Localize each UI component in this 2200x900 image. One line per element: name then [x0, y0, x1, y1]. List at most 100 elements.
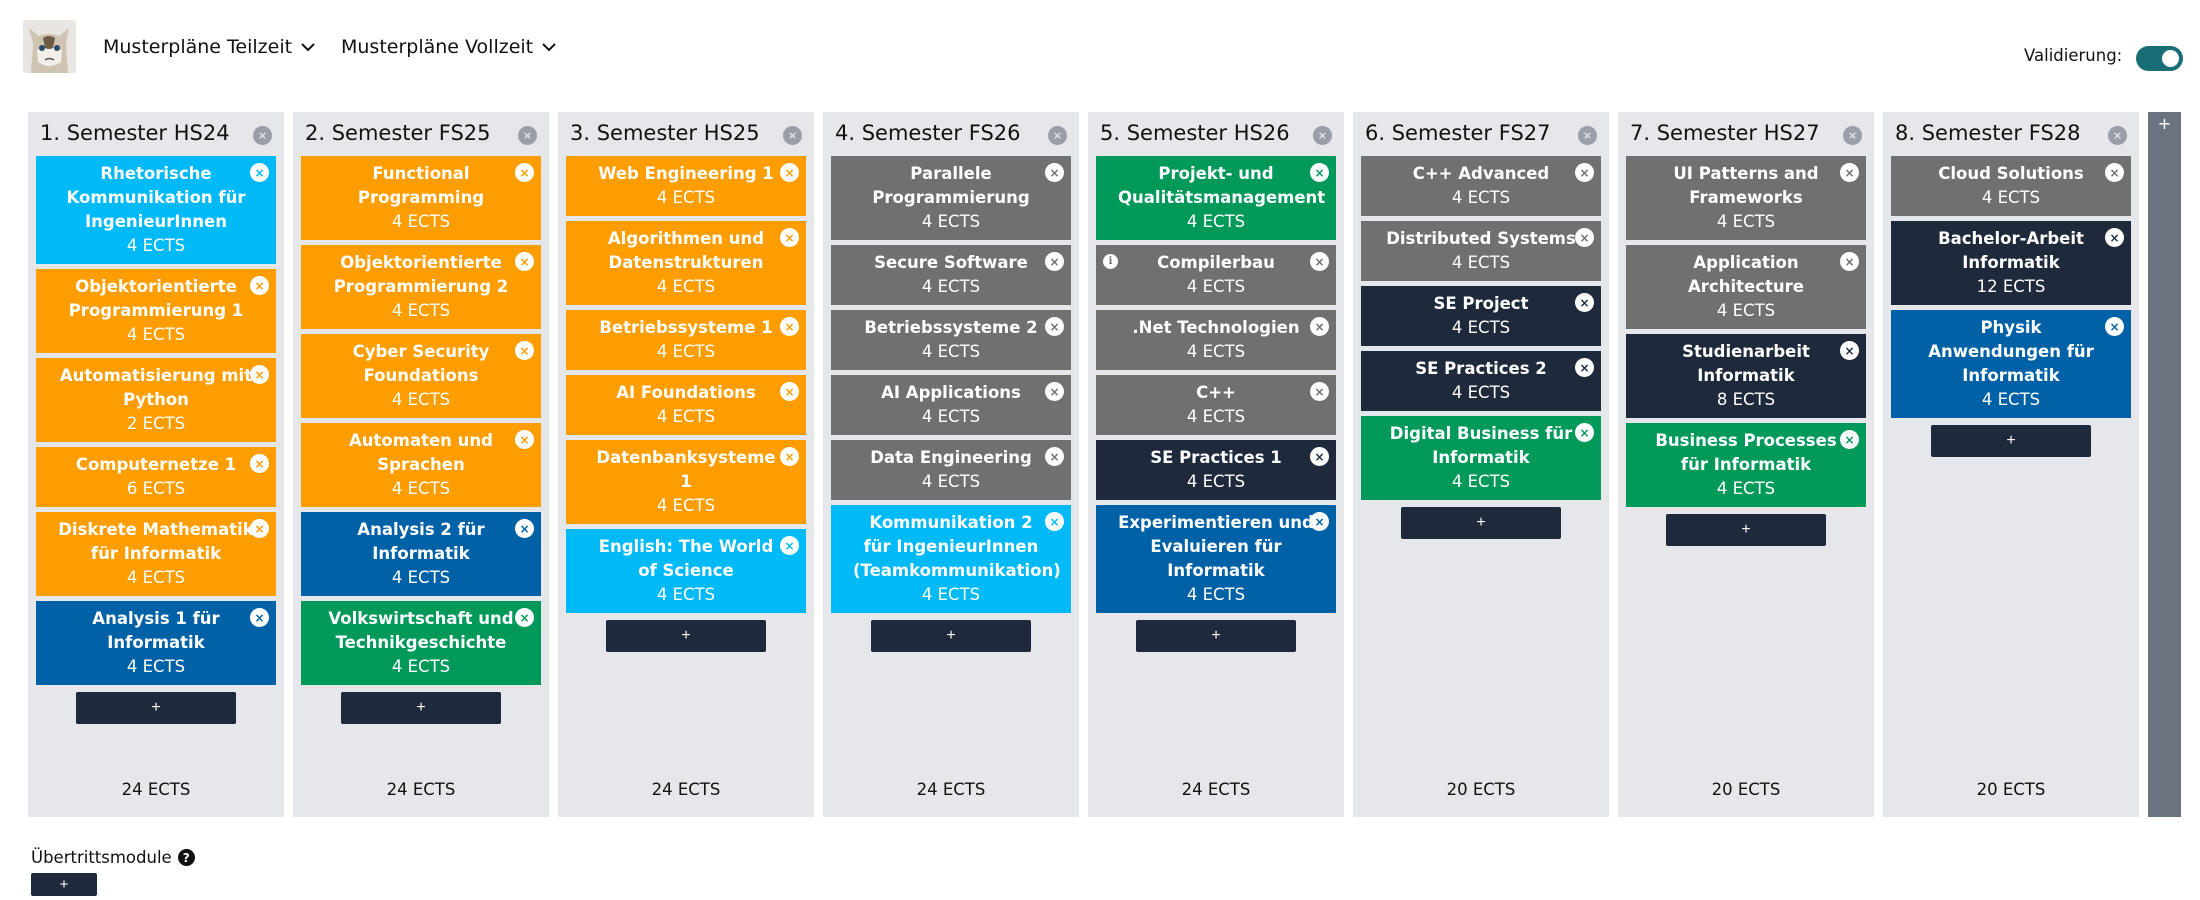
remove-module-icon[interactable]: ×: [1840, 252, 1859, 271]
remove-module-icon[interactable]: ×: [780, 382, 799, 401]
module-card[interactable]: Parallele Programmierung 4 ECTS ×: [831, 156, 1071, 240]
module-card[interactable]: Datenbanksysteme 1 4 ECTS ×: [566, 440, 806, 524]
add-module-button[interactable]: +: [1401, 507, 1561, 539]
remove-module-icon[interactable]: ×: [515, 519, 534, 538]
remove-semester-icon[interactable]: ×: [1843, 126, 1862, 145]
module-card[interactable]: Analysis 1 für Informatik 4 ECTS ×: [36, 601, 276, 685]
remove-module-icon[interactable]: ×: [515, 341, 534, 360]
remove-module-icon[interactable]: ×: [1310, 252, 1329, 271]
module-card[interactable]: Rhetorische Kommunikation für IngenieurI…: [36, 156, 276, 264]
remove-module-icon[interactable]: ×: [515, 163, 534, 182]
module-card[interactable]: English: The World of Science 4 ECTS ×: [566, 529, 806, 613]
remove-module-icon[interactable]: ×: [1310, 447, 1329, 466]
remove-module-icon[interactable]: ×: [1310, 317, 1329, 336]
remove-module-icon[interactable]: ×: [515, 430, 534, 449]
remove-module-icon[interactable]: ×: [515, 252, 534, 271]
remove-module-icon[interactable]: ×: [250, 163, 269, 182]
module-card[interactable]: Automaten und Sprachen 4 ECTS ×: [301, 423, 541, 507]
remove-semester-icon[interactable]: ×: [1048, 126, 1067, 145]
module-card[interactable]: Application Architecture 4 ECTS ×: [1626, 245, 1866, 329]
add-semester-button[interactable]: +: [2148, 112, 2181, 817]
remove-module-icon[interactable]: ×: [250, 276, 269, 295]
module-card[interactable]: Business Processes für Informatik 4 ECTS ×: [1626, 423, 1866, 507]
module-card[interactable]: Kommunikation 2 für IngenieurInnen (Team…: [831, 505, 1071, 613]
remove-semester-icon[interactable]: ×: [253, 126, 272, 145]
add-module-button[interactable]: +: [341, 692, 501, 724]
remove-semester-icon[interactable]: ×: [2108, 126, 2127, 145]
avatar[interactable]: [23, 20, 76, 73]
add-module-button[interactable]: +: [1931, 425, 2091, 457]
remove-module-icon[interactable]: ×: [1045, 447, 1064, 466]
module-card[interactable]: i Compilerbau 4 ECTS ×: [1096, 245, 1336, 305]
module-card[interactable]: Objektorientierte Programmierung 2 4 ECTS…: [301, 245, 541, 329]
info-icon[interactable]: i: [1103, 254, 1118, 269]
module-card[interactable]: Web Engineering 1 4 ECTS ×: [566, 156, 806, 216]
module-card[interactable]: Projekt- und Qualitätsmanagement 4 ECTS ×: [1096, 156, 1336, 240]
module-card[interactable]: Bachelor-Arbeit Informatik 12 ECTS ×: [1891, 221, 2131, 305]
module-card[interactable]: Analysis 2 für Informatik 4 ECTS ×: [301, 512, 541, 596]
remove-module-icon[interactable]: ×: [780, 536, 799, 555]
remove-module-icon[interactable]: ×: [250, 519, 269, 538]
module-card[interactable]: Experimentieren und Evaluieren für Infor…: [1096, 505, 1336, 613]
module-card[interactable]: Diskrete Mathematik für Informatik 4 ECTS…: [36, 512, 276, 596]
remove-module-icon[interactable]: ×: [780, 228, 799, 247]
add-module-button[interactable]: +: [76, 692, 236, 724]
module-card[interactable]: Objektorientierte Programmierung 1 4 ECTS…: [36, 269, 276, 353]
module-card[interactable]: Secure Software 4 ECTS ×: [831, 245, 1071, 305]
remove-module-icon[interactable]: ×: [1045, 163, 1064, 182]
remove-module-icon[interactable]: ×: [1840, 430, 1859, 449]
add-module-button[interactable]: +: [1136, 620, 1296, 652]
module-card[interactable]: SE Project 4 ECTS ×: [1361, 286, 1601, 346]
module-card[interactable]: C++ 4 ECTS ×: [1096, 375, 1336, 435]
module-card[interactable]: Functional Programming 4 ECTS ×: [301, 156, 541, 240]
remove-module-icon[interactable]: ×: [1310, 163, 1329, 182]
remove-module-icon[interactable]: ×: [1045, 317, 1064, 336]
module-card[interactable]: AI Foundations 4 ECTS ×: [566, 375, 806, 435]
remove-module-icon[interactable]: ×: [250, 608, 269, 627]
module-card[interactable]: C++ Advanced 4 ECTS ×: [1361, 156, 1601, 216]
remove-module-icon[interactable]: ×: [1045, 512, 1064, 531]
remove-module-icon[interactable]: ×: [1310, 512, 1329, 531]
module-card[interactable]: Algorithmen und Datenstrukturen 4 ECTS ×: [566, 221, 806, 305]
module-card[interactable]: Betriebssysteme 1 4 ECTS ×: [566, 310, 806, 370]
remove-module-icon[interactable]: ×: [1575, 228, 1594, 247]
remove-module-icon[interactable]: ×: [1310, 382, 1329, 401]
remove-module-icon[interactable]: ×: [2105, 317, 2124, 336]
add-module-button[interactable]: +: [871, 620, 1031, 652]
module-card[interactable]: Data Engineering 4 ECTS ×: [831, 440, 1071, 500]
module-card[interactable]: Cloud Solutions 4 ECTS ×: [1891, 156, 2131, 216]
module-card[interactable]: .Net Technologien 4 ECTS ×: [1096, 310, 1336, 370]
add-transfer-module-button[interactable]: +: [31, 873, 97, 896]
module-card[interactable]: Automatisierung mit Python 2 ECTS ×: [36, 358, 276, 442]
help-icon[interactable]: ?: [177, 849, 195, 866]
remove-module-icon[interactable]: ×: [1840, 163, 1859, 182]
module-card[interactable]: Volkswirtschaft und Technikgeschichte 4 E…: [301, 601, 541, 685]
remove-module-icon[interactable]: ×: [2105, 228, 2124, 247]
remove-module-icon[interactable]: ×: [1575, 293, 1594, 312]
module-card[interactable]: UI Patterns and Frameworks 4 ECTS ×: [1626, 156, 1866, 240]
module-card[interactable]: Digital Business für Informatik 4 ECTS ×: [1361, 416, 1601, 500]
remove-module-icon[interactable]: ×: [780, 163, 799, 182]
module-card[interactable]: Physik Anwendungen für Informatik 4 ECTS ×: [1891, 310, 2131, 418]
remove-module-icon[interactable]: ×: [1575, 423, 1594, 442]
remove-semester-icon[interactable]: ×: [1313, 126, 1332, 145]
module-card[interactable]: SE Practices 2 4 ECTS ×: [1361, 351, 1601, 411]
module-card[interactable]: Studienarbeit Informatik 8 ECTS ×: [1626, 334, 1866, 418]
module-card[interactable]: Betriebssysteme 2 4 ECTS ×: [831, 310, 1071, 370]
remove-module-icon[interactable]: ×: [780, 447, 799, 466]
remove-module-icon[interactable]: ×: [1575, 163, 1594, 182]
remove-module-icon[interactable]: ×: [515, 608, 534, 627]
remove-semester-icon[interactable]: ×: [1578, 126, 1597, 145]
remove-semester-icon[interactable]: ×: [783, 126, 802, 145]
remove-module-icon[interactable]: ×: [1045, 382, 1064, 401]
remove-module-icon[interactable]: ×: [250, 454, 269, 473]
remove-module-icon[interactable]: ×: [780, 317, 799, 336]
remove-module-icon[interactable]: ×: [250, 365, 269, 384]
module-card[interactable]: Cyber Security Foundations 4 ECTS ×: [301, 334, 541, 418]
validation-toggle[interactable]: [2136, 46, 2183, 71]
remove-module-icon[interactable]: ×: [1840, 341, 1859, 360]
menu-musterplaene-teilzeit[interactable]: Musterpläne Teilzeit: [103, 36, 316, 58]
module-card[interactable]: AI Applications 4 ECTS ×: [831, 375, 1071, 435]
module-card[interactable]: Distributed Systems 4 ECTS ×: [1361, 221, 1601, 281]
module-card[interactable]: Computernetze 1 6 ECTS ×: [36, 447, 276, 507]
